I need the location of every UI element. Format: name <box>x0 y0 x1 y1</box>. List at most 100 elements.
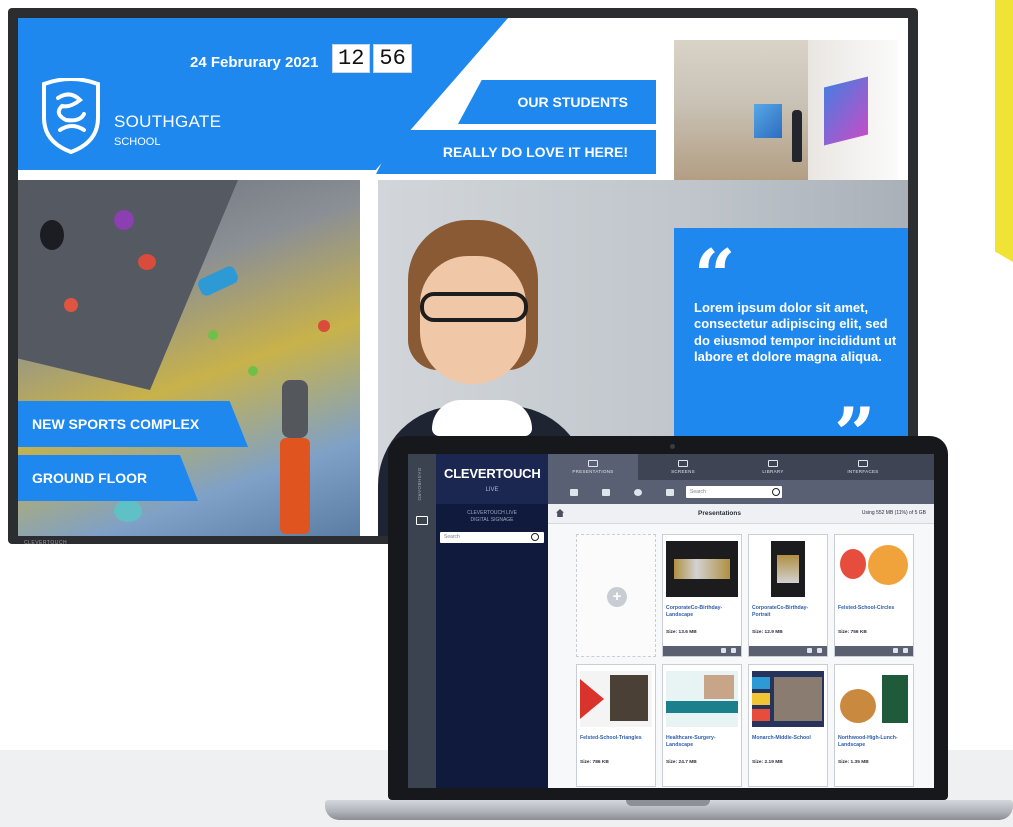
school-name: SOUTHGATE <box>114 112 222 131</box>
climbing-hold <box>208 330 218 340</box>
top-search-input[interactable]: Search <box>686 486 782 498</box>
presentation-size: Size: 756 KB <box>838 630 867 635</box>
climbing-wall-photo: NEW SPORTS COMPLEX GROUND FLOOR <box>18 180 360 536</box>
bezel-brand: CLEVERTOUCH <box>24 540 68 546</box>
climbing-hold <box>40 220 64 250</box>
presentation-card[interactable]: CorporateCo-Birthday-Portrait Size: 12.9… <box>748 534 828 657</box>
home-icon[interactable] <box>556 509 564 517</box>
school-subtitle: SCHOOL <box>114 136 161 148</box>
main-tabs: PRESENTATIONS SCREENS LIBRARY INTERFACES <box>548 454 934 480</box>
users-icon <box>858 460 868 467</box>
rail-dashboard-label[interactable]: DASHBOARD <box>417 468 422 501</box>
sidebar-caption: CLEVERTOUCH LIVE DIGITAL SIGNAGE <box>436 510 548 524</box>
climbing-hold <box>64 298 78 312</box>
climbing-hold <box>248 366 258 376</box>
edit-icon[interactable] <box>817 648 822 653</box>
calendar-icon[interactable] <box>602 489 610 496</box>
search-icon[interactable] <box>531 533 539 541</box>
clock-hours: 12 <box>332 44 371 73</box>
globe-icon[interactable] <box>634 489 642 496</box>
student-collar <box>432 400 532 436</box>
marketing-composite: SOUTHGATE SCHOOL 24 Februrary 2021 12 56… <box>0 0 1013 827</box>
presentation-card[interactable]: Felsted-School-Triangles Size: 786 KB <box>576 664 656 787</box>
school-crest-logo <box>42 78 100 154</box>
view-icon[interactable] <box>893 648 898 653</box>
card-actions <box>663 646 741 656</box>
presentation-card[interactable]: CorporateCo-Birthday-Landscape Size: 13.… <box>662 534 742 657</box>
hallway-person <box>792 110 802 162</box>
presentation-icon <box>588 460 598 467</box>
presentation-card[interactable]: Monarch-Middle-School Size: 2.19 MB <box>748 664 828 787</box>
sidebar: CLEVERTOUCH LIVE CLEVERTOUCH LIVE DIGITA… <box>436 454 548 788</box>
tab-library[interactable]: LIBRARY <box>728 454 818 480</box>
presentation-title[interactable]: CorporateCo-Birthday-Landscape <box>666 605 740 618</box>
library-icon <box>768 460 778 467</box>
presentations-grid: + CorporateCo-Birthday-Landscape Size: 1… <box>548 524 934 788</box>
presentation-size: Size: 786 KB <box>580 760 609 765</box>
tab-label: SCREENS <box>671 469 695 474</box>
page-title: Presentations <box>698 510 741 517</box>
logo-subtext: LIVE <box>485 487 499 493</box>
climbing-hold <box>318 320 330 332</box>
presentation-card[interactable]: Felsted-School-Circles Size: 756 KB <box>834 534 914 657</box>
edit-icon[interactable] <box>903 648 908 653</box>
presentation-title[interactable]: Felsted-School-Triangles <box>580 735 654 742</box>
view-icon[interactable] <box>807 648 812 653</box>
tab-label: INTERFACES <box>847 469 879 474</box>
laptop-notch <box>626 800 710 806</box>
hallway-photo <box>674 40 898 180</box>
tab-interfaces[interactable]: INTERFACES <box>818 454 908 480</box>
presentation-title[interactable]: Monarch-Middle-School <box>752 735 826 742</box>
tab-label: LIBRARY <box>762 469 784 474</box>
presentation-size: Size: 2.19 MB <box>752 760 783 765</box>
presentation-size: Size: 12.9 MB <box>752 630 783 635</box>
logo-text: CLEVERTOUCH <box>444 466 541 481</box>
edit-icon[interactable] <box>731 648 736 653</box>
belayer-figure <box>282 380 308 438</box>
thumbnail <box>771 541 805 597</box>
climbing-hold <box>138 254 156 270</box>
banner-love-it-here: REALLY DO LOVE IT HERE! <box>376 130 656 174</box>
new-presentation-icon[interactable] <box>570 489 578 496</box>
storage-usage: Using 552 MB (11%) of 5 GB <box>861 510 926 516</box>
thumbnail <box>580 671 652 727</box>
monitor-icon <box>678 460 688 467</box>
tab-screens[interactable]: SCREENS <box>638 454 728 480</box>
presentation-title[interactable]: Northwood-High-Lunch-Landscape <box>838 735 912 748</box>
clevertouch-live-app: DASHBOARD CLEVERTOUCH LIVE CLEVERTOUCH L… <box>408 454 934 788</box>
quote-text: Lorem ipsum dolor sit amet, consectetur … <box>694 300 897 364</box>
banner-our-students: OUR STUDENTS <box>458 80 656 124</box>
tab-presentations[interactable]: PRESENTATIONS <box>548 454 638 480</box>
flip-clock: 12 56 <box>332 44 412 73</box>
signage-icon[interactable] <box>416 516 428 525</box>
presentation-title[interactable]: Felsted-School-Circles <box>838 605 912 612</box>
sidebar-caption-line-2: DIGITAL SIGNAGE <box>470 517 514 523</box>
thumbnail <box>838 671 910 727</box>
quote-card: “ Lorem ipsum dolor sit amet, consectetu… <box>674 228 908 470</box>
plus-icon[interactable]: + <box>607 587 627 607</box>
yellow-accent-shape <box>995 0 1013 262</box>
tab-label: PRESENTATIONS <box>572 469 614 474</box>
card-actions <box>749 646 827 656</box>
hallway-screen <box>824 76 868 146</box>
document-icon[interactable] <box>666 489 674 496</box>
presentation-size: Size: 13.6 MB <box>666 630 697 635</box>
banner-ground-floor: GROUND FLOOR <box>18 455 198 501</box>
app-logo: CLEVERTOUCH LIVE <box>436 454 548 504</box>
sidebar-caption-line-1: CLEVERTOUCH LIVE <box>467 510 517 516</box>
sidebar-search-input[interactable]: Search <box>440 532 544 543</box>
search-icon[interactable] <box>772 488 780 496</box>
display-date: 24 Februrary 2021 <box>190 54 319 71</box>
view-icon[interactable] <box>721 648 726 653</box>
presentation-title[interactable]: Healthcare-Surgery-Landscape <box>666 735 740 748</box>
thumbnail <box>752 671 824 727</box>
presentation-title[interactable]: CorporateCo-Birthday-Portrait <box>752 605 826 618</box>
banner-new-sports-complex: NEW SPORTS COMPLEX <box>18 401 248 447</box>
climbing-hold <box>114 210 134 230</box>
thumbnail <box>666 671 738 727</box>
clock-minutes: 56 <box>373 44 412 73</box>
presentation-card[interactable]: Healthcare-Surgery-Landscape Size: 24.7 … <box>662 664 742 787</box>
presentation-size: Size: 24.7 MB <box>666 760 697 765</box>
presentation-card[interactable]: Northwood-High-Lunch-Landscape Size: 1.3… <box>834 664 914 787</box>
add-presentation-card[interactable]: + <box>576 534 656 657</box>
